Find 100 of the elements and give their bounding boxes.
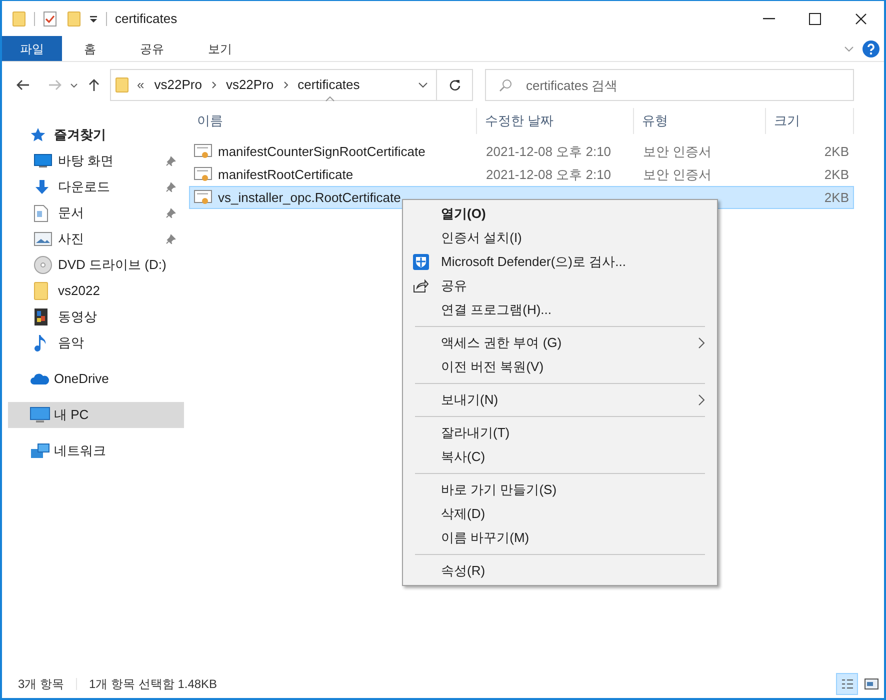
sidebar-label: 동영상	[58, 308, 97, 326]
checklist-icon[interactable]	[43, 10, 57, 26]
item-count: 3개 항목	[18, 676, 64, 693]
menu-item[interactable]: 이전 버전 복원(V)	[403, 355, 717, 379]
breadcrumb-item[interactable]: vs22Pro	[154, 75, 202, 95]
sidebar-item[interactable]: 바탕 화면	[8, 148, 184, 174]
selection-info: 1개 항목 선택함 1.48KB	[89, 676, 218, 693]
sidebar-label: 음악	[58, 334, 84, 352]
file-tab[interactable]: 파일	[2, 36, 62, 61]
certificate-icon	[194, 190, 212, 206]
column-header[interactable]: 유형	[634, 108, 766, 134]
sidebar-label: 바탕 화면	[58, 152, 114, 170]
computer-icon	[30, 407, 50, 423]
address-bar[interactable]: « vs22Pro vs22Pro certificates	[110, 69, 437, 101]
music-note-icon	[34, 334, 48, 352]
minimize-icon	[763, 18, 775, 20]
star-icon	[30, 127, 46, 143]
network-icon	[30, 443, 50, 459]
menu-item[interactable]: 삭제(D)	[403, 502, 717, 526]
sidebar-label: 사진	[58, 230, 84, 248]
sidebar-label: 문서	[58, 204, 84, 222]
help-icon[interactable]	[862, 40, 880, 58]
file-row[interactable]: manifestCounterSignRootCertificate 2021-12-08 오후 2:10 보안 인증서 2KB	[189, 140, 854, 163]
breadcrumb-item[interactable]: vs22Pro	[226, 75, 274, 95]
sidebar-item[interactable]: DVD 드라이브 (D:)	[8, 252, 184, 278]
menu-item[interactable]: 잘라내기(T)	[403, 421, 717, 445]
size-cell: 2KB	[824, 166, 849, 182]
sidebar-item[interactable]: 사진	[8, 226, 184, 252]
menu-item[interactable]: 공유	[403, 274, 717, 298]
file-name: vs_installer_opc.RootCertificate	[218, 188, 401, 207]
chevron-down-icon[interactable]	[70, 82, 78, 88]
sidebar-item[interactable]: 다운로드	[8, 174, 184, 200]
menu-item[interactable]: 이름 바꾸기(M)	[403, 526, 717, 550]
film-icon	[34, 308, 48, 326]
menu-item[interactable]: 보내기(N)	[403, 388, 717, 412]
maximize-icon	[809, 12, 821, 24]
size-cell: 2KB	[824, 190, 849, 205]
menu-item[interactable]: Microsoft Defender(으)로 검사...	[403, 250, 717, 274]
sidebar-label: 네트워크	[54, 442, 106, 460]
search-field[interactable]: certificates 검색	[485, 69, 854, 101]
sidebar-item[interactable]: 내 PC	[8, 402, 184, 428]
menu-item[interactable]: 바로 가기 만들기(S)	[403, 478, 717, 502]
sidebar-label: vs2022	[58, 282, 100, 300]
column-header[interactable]: 수정한 날짜	[477, 108, 634, 134]
sidebar-item[interactable]: OneDrive	[8, 366, 184, 392]
dropdown-icon[interactable]	[89, 14, 98, 22]
folder-icon	[34, 282, 48, 300]
cloud-icon	[30, 373, 50, 385]
details-view-button[interactable]	[836, 673, 858, 695]
sidebar-label: 내 PC	[54, 406, 89, 424]
date-cell: 2021-12-08 오후 2:10	[486, 144, 612, 159]
type-cell: 보안 인증서	[643, 166, 712, 182]
up-arrow-icon[interactable]	[88, 78, 100, 92]
menu-item[interactable]: 연결 프로그램(H)...	[403, 298, 717, 322]
sidebar-item[interactable]: 동영상	[8, 304, 184, 330]
file-name: manifestCounterSignRootCertificate	[218, 142, 426, 161]
picture-icon	[862, 676, 880, 692]
shield-icon	[413, 254, 429, 270]
menu-item[interactable]: 인증서 설치(I)	[403, 226, 717, 250]
breadcrumb-item[interactable]: certificates	[298, 75, 360, 95]
type-cell: 보안 인증서	[643, 144, 712, 159]
folder-icon	[115, 77, 129, 93]
menu-item[interactable]: 복사(C)	[403, 445, 717, 469]
sidebar-item[interactable]: vs2022	[8, 278, 184, 304]
sidebar-item[interactable]: 즐겨찾기	[8, 122, 184, 148]
file-row[interactable]: manifestRootCertificate 2021-12-08 오후 2:10 보안 인증서 2KB	[189, 163, 854, 186]
down-arrow-icon	[34, 179, 50, 195]
refresh-button[interactable]	[437, 69, 473, 101]
disc-icon	[34, 256, 52, 274]
certificate-icon	[194, 144, 212, 160]
picture-icon	[34, 232, 52, 246]
breadcrumb-overflow[interactable]: «	[137, 75, 144, 95]
date-cell: 2021-12-08 오후 2:10	[486, 166, 612, 182]
file-name: manifestRootCertificate	[218, 166, 354, 184]
sidebar-label: 다운로드	[58, 178, 110, 196]
pin-icon[interactable]	[166, 182, 176, 192]
chevron-right-icon[interactable]	[210, 81, 217, 89]
sidebar-item[interactable]: 네트워크	[8, 438, 184, 464]
document-icon	[34, 204, 48, 222]
sidebar-item[interactable]: 음악	[8, 330, 184, 356]
column-header[interactable]: 이름	[189, 108, 477, 134]
sidebar-item[interactable]: 문서	[8, 200, 184, 226]
pin-icon[interactable]	[166, 156, 176, 166]
pin-icon[interactable]	[166, 234, 176, 244]
ribbon-tab[interactable]: 공유	[118, 36, 186, 61]
chevron-right-icon[interactable]	[282, 81, 289, 89]
pin-icon[interactable]	[166, 208, 176, 218]
certificate-icon	[194, 166, 212, 182]
monitor-icon	[34, 154, 52, 168]
size-cell: 2KB	[824, 144, 849, 159]
chevron-down-icon[interactable]	[418, 82, 428, 88]
window-title: certificates	[115, 10, 178, 28]
ribbon-tab[interactable]: 보기	[186, 36, 254, 61]
menu-item[interactable]: 속성(R)	[403, 559, 717, 583]
back-arrow-icon[interactable]	[16, 79, 30, 91]
refresh-icon	[448, 79, 460, 91]
ribbon-tab[interactable]: 홈	[62, 36, 118, 61]
column-header[interactable]: 크기	[766, 108, 854, 134]
menu-item[interactable]: 액세스 권한 부여 (G)	[403, 331, 717, 355]
search-icon	[499, 79, 512, 92]
